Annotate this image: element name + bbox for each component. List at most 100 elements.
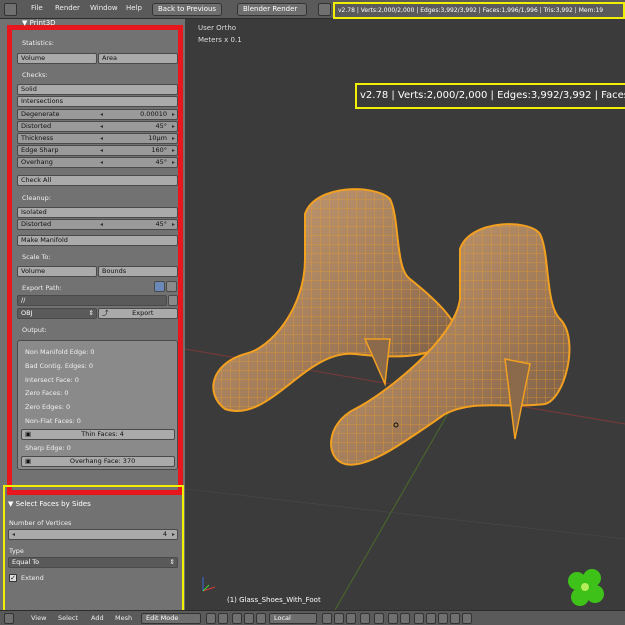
number-of-vertices-field[interactable]: ◂ 4 ▸ — [8, 529, 178, 540]
chevron-updown-icon: ⇕ — [169, 558, 175, 566]
decrement-arrow-icon[interactable]: ◂ — [100, 122, 103, 131]
grid-line — [185, 488, 625, 540]
decrement-arrow-icon[interactable]: ◂ — [100, 134, 103, 143]
export-path-picker-icon[interactable] — [154, 281, 165, 292]
export-path-folder-icon[interactable] — [166, 281, 177, 292]
translate-icon[interactable] — [244, 613, 254, 624]
check-all-button[interactable]: Check All — [17, 175, 178, 186]
bad-contig-edges-line: Bad Contig. Edges: 0 — [25, 362, 94, 370]
editor-type-icon[interactable] — [4, 3, 17, 16]
zero-edges-line: Zero Edges: 0 — [25, 403, 71, 411]
overhang-face-button[interactable]: ▣ Overhang Face: 370 — [21, 456, 175, 467]
scale-bounds-button[interactable]: Bounds — [98, 266, 178, 277]
menu-help[interactable]: Help — [126, 4, 142, 12]
rotate-icon[interactable] — [256, 613, 266, 624]
cleanup-label: Cleanup: — [22, 194, 51, 202]
mode-select[interactable]: Edit Mode — [141, 613, 201, 624]
make-manifold-button[interactable]: Make Manifold — [17, 235, 178, 246]
non-manifold-edge-line: Non Manifold Edge: 0 — [25, 348, 95, 356]
intersections-button[interactable]: Intersections — [17, 96, 178, 107]
volume-button[interactable]: Volume — [17, 53, 97, 64]
menu-view[interactable]: View — [31, 614, 46, 622]
layer-icon[interactable] — [426, 613, 436, 624]
increment-arrow-icon[interactable]: ▸ — [172, 220, 175, 229]
layer-icon[interactable] — [450, 613, 460, 624]
export-path-label: Export Path: — [22, 284, 62, 292]
edge-sharp-value: 160° — [151, 146, 167, 154]
snap-icon[interactable] — [388, 613, 398, 624]
scale-volume-button[interactable]: Volume — [17, 266, 97, 277]
stats-overlay-highlight: v2.78 | Verts:2,000/2,000 | Edges:3,992/… — [355, 83, 625, 109]
back-to-previous-button[interactable]: Back to Previous — [152, 3, 223, 16]
increment-arrow-icon[interactable]: ▸ — [172, 134, 175, 143]
menu-add[interactable]: Add — [91, 614, 104, 622]
print3d-panel-header[interactable]: ▼ Print3D — [22, 19, 56, 27]
export-icon: ⤴ — [102, 309, 109, 317]
3d-viewport[interactable]: User Ortho Meters x 0.1 v2.78 | Verts:2,… — [185, 19, 625, 610]
intersect-face-line: Intersect Face: 0 — [25, 376, 79, 384]
number-of-vertices-value: 4 — [162, 530, 167, 538]
decrement-arrow-icon[interactable]: ◂ — [100, 146, 103, 155]
decrement-arrow-icon[interactable]: ◂ — [12, 530, 15, 539]
increment-arrow-icon[interactable]: ▸ — [172, 146, 175, 155]
edge-sharp-field[interactable]: Edge Sharp ◂ 160° ▸ — [17, 145, 178, 156]
select-icon: ▣ — [25, 430, 32, 438]
vertex-select-icon[interactable] — [322, 613, 332, 624]
thin-faces-button[interactable]: ▣ Thin Faces: 4 — [21, 429, 175, 440]
type-select[interactable]: Equal To ⇕ — [8, 557, 178, 568]
export-path-input[interactable]: // — [17, 295, 167, 306]
type-value: Equal To — [12, 558, 40, 566]
menu-file[interactable]: File — [31, 4, 43, 12]
cleanup-distorted-value: 45° — [155, 220, 167, 228]
proportional-edit-icon[interactable] — [374, 613, 384, 624]
3d-view-header: View Select Add Mesh Edit Mode Local — [0, 610, 625, 625]
export-button-label: Export — [132, 309, 154, 317]
menu-select[interactable]: Select — [58, 614, 78, 622]
menu-mesh[interactable]: Mesh — [115, 614, 132, 622]
increment-arrow-icon[interactable]: ▸ — [172, 530, 175, 539]
snap-target-icon[interactable] — [400, 613, 410, 624]
decrement-arrow-icon[interactable]: ◂ — [100, 110, 103, 119]
blender-logo-icon — [318, 3, 331, 16]
decrement-arrow-icon[interactable]: ◂ — [100, 158, 103, 167]
isolated-button[interactable]: Isolated — [17, 207, 178, 218]
select-faces-header[interactable]: ▼ Select Faces by Sides — [8, 500, 91, 508]
manipulator-icon[interactable] — [232, 613, 242, 624]
menu-render[interactable]: Render — [55, 4, 80, 12]
decrement-arrow-icon[interactable]: ◂ — [100, 220, 103, 229]
overhang-field[interactable]: Overhang ◂ 45° ▸ — [17, 157, 178, 168]
degenerate-label: Degenerate — [21, 110, 60, 118]
select-icon: ▣ — [25, 457, 32, 465]
increment-arrow-icon[interactable]: ▸ — [172, 122, 175, 131]
export-format-value: OBJ — [21, 309, 33, 317]
export-format-select[interactable]: OBJ ⇕ — [17, 308, 97, 319]
export-path-file-icon[interactable] — [168, 295, 178, 306]
cleanup-distorted-field[interactable]: Distorted ◂ 45° ▸ — [17, 219, 178, 230]
extend-checkbox[interactable]: ✓ — [9, 574, 17, 582]
degenerate-field[interactable]: Degenerate ◂ 0.00010 ▸ — [17, 109, 178, 120]
axis-gizmo-icon — [202, 577, 216, 592]
editor-type-icon[interactable] — [4, 613, 14, 624]
render-icon[interactable] — [414, 613, 424, 624]
occlude-icon[interactable] — [360, 613, 370, 624]
shading-icon[interactable] — [206, 613, 216, 624]
increment-arrow-icon[interactable]: ▸ — [172, 158, 175, 167]
layer-icon[interactable] — [462, 613, 472, 624]
layer-icon[interactable] — [438, 613, 448, 624]
distorted-value: 45° — [155, 122, 167, 130]
pivot-icon[interactable] — [218, 613, 228, 624]
increment-arrow-icon[interactable]: ▸ — [172, 110, 175, 119]
area-button[interactable]: Area — [98, 53, 178, 64]
menu-window[interactable]: Window — [90, 4, 118, 12]
distorted-field[interactable]: Distorted ◂ 45° ▸ — [17, 121, 178, 132]
edge-select-icon[interactable] — [334, 613, 344, 624]
orientation-select[interactable]: Local — [269, 613, 317, 624]
export-button[interactable]: ⤴ Export — [98, 308, 178, 319]
checks-label: Checks: — [22, 71, 48, 79]
non-flat-faces-line: Non-Flat Faces: 0 — [25, 417, 81, 425]
active-object-label: (1) Glass_Shoes_With_Foot — [227, 596, 321, 604]
face-select-icon[interactable] — [346, 613, 356, 624]
render-engine-select[interactable]: Blender Render — [237, 3, 307, 16]
solid-button[interactable]: Solid — [17, 84, 178, 95]
thickness-field[interactable]: Thickness ◂ 10µm ▸ — [17, 133, 178, 144]
